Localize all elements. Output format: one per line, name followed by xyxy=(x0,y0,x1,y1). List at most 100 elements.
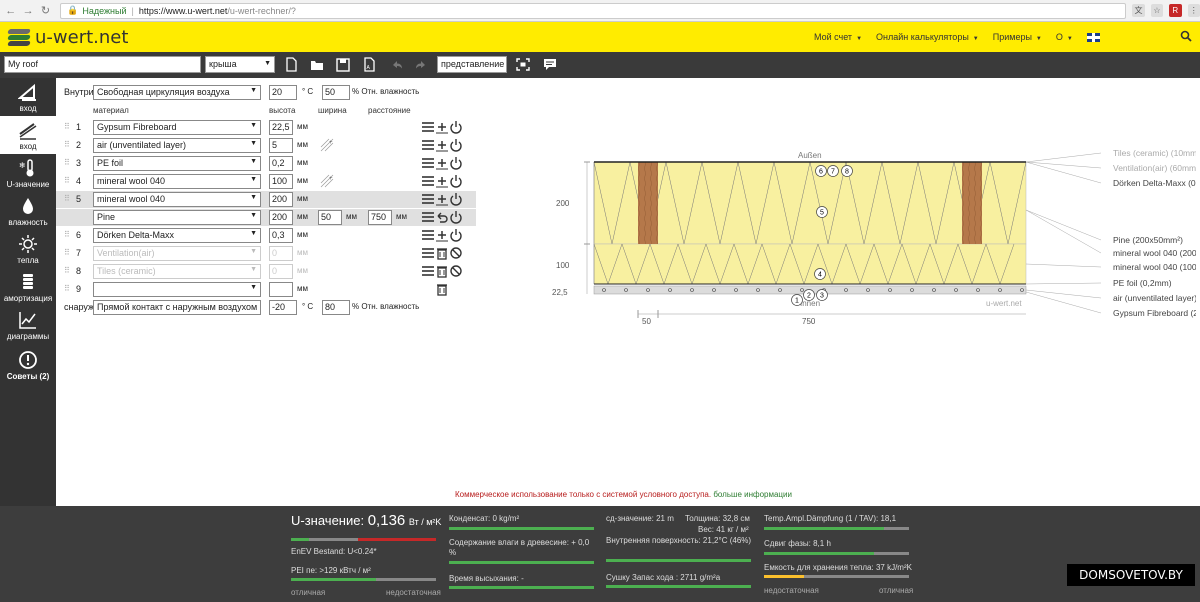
layer-height-input[interactable]: 5 xyxy=(269,138,293,153)
drag-handle-icon[interactable]: ⠿ xyxy=(64,176,70,185)
menu-icon[interactable] xyxy=(421,210,435,224)
sidebar-item-humidity[interactable]: влажность xyxy=(0,192,56,230)
disabled-icon[interactable] xyxy=(449,264,463,278)
sidebar-item-input[interactable]: вход xyxy=(0,78,56,116)
forward-icon[interactable]: → xyxy=(21,5,34,17)
drag-handle-icon[interactable]: ⠿ xyxy=(64,194,70,203)
new-file-icon[interactable] xyxy=(283,56,299,73)
power-toggle-icon[interactable] xyxy=(449,120,463,134)
drag-handle-icon[interactable]: ⠿ xyxy=(64,284,70,293)
menu-account[interactable]: Мой счет ▼ xyxy=(814,32,862,42)
project-name-input[interactable]: My roof xyxy=(4,56,201,73)
menu-icon[interactable] xyxy=(421,192,435,206)
outside-air-select[interactable]: Прямой контакт с наружным воздухом xyxy=(93,300,261,315)
layer-height-input[interactable]: 200 xyxy=(269,210,293,225)
translate-icon[interactable]: 文 xyxy=(1132,4,1145,17)
sidebar-item-charts[interactable]: диаграммы xyxy=(0,306,56,344)
power-toggle-icon[interactable] xyxy=(449,138,463,152)
undo-split-icon[interactable] xyxy=(435,210,449,224)
back-icon[interactable]: ← xyxy=(4,5,17,17)
sidebar-item-heat[interactable]: тепла xyxy=(0,230,56,268)
layer-height-input[interactable]: 0,3 xyxy=(269,228,293,243)
layer-material-select[interactable]: Ventilation(air) ▼ xyxy=(93,246,261,261)
sidebar-item-tips[interactable]: Советы (2) xyxy=(0,346,56,384)
layer-height-input[interactable]: 0 xyxy=(269,264,293,279)
layer-material-select[interactable]: Gypsum Fibreboard ▼ xyxy=(93,120,261,135)
disabled-icon[interactable] xyxy=(449,246,463,260)
inside-air-select[interactable]: Свободная циркуляция воздуха ▼ xyxy=(93,85,261,100)
power-toggle-icon[interactable] xyxy=(449,174,463,188)
menu-icon[interactable] xyxy=(421,174,435,188)
layer-height-input[interactable]: 22,5 xyxy=(269,120,293,135)
layer-material-select[interactable]: Dörken Delta-Maxx ▼ xyxy=(93,228,261,243)
drag-handle-icon[interactable]: ⠿ xyxy=(64,248,70,257)
sidebar-item-amortization[interactable]: амортизация xyxy=(0,268,56,306)
layer-height-input[interactable]: 100 xyxy=(269,174,293,189)
layer-height-input[interactable] xyxy=(269,282,293,297)
construction-type-select[interactable]: крыша ▼ xyxy=(205,56,275,73)
inside-humidity-input[interactable]: 50 xyxy=(322,85,350,100)
comment-icon[interactable] xyxy=(542,56,558,73)
inside-temp-input[interactable]: 20 xyxy=(269,85,297,100)
address-bar[interactable]: 🔒 Надежный | https://www.u-wert.net /u-w… xyxy=(60,2,1127,19)
search-icon[interactable] xyxy=(1180,30,1192,42)
drag-handle-icon[interactable]: ⠿ xyxy=(64,266,70,275)
logo[interactable]: u-wert.net xyxy=(7,27,128,48)
menu-icon[interactable] xyxy=(421,138,435,152)
save-icon[interactable] xyxy=(335,56,351,73)
layer-distance-input[interactable]: 750 xyxy=(368,210,392,225)
sidebar-item-layers[interactable]: вход xyxy=(0,116,56,154)
power-toggle-icon[interactable] xyxy=(449,156,463,170)
sidebar-item-u-value[interactable]: ❄ U-значение xyxy=(0,154,56,192)
menu-icon[interactable] xyxy=(421,228,435,242)
power-toggle-icon[interactable] xyxy=(449,192,463,206)
add-inhomogeneous-icon[interactable]: + xyxy=(320,138,334,152)
more-info-link[interactable]: больше информации xyxy=(713,490,792,499)
trash-icon[interactable] xyxy=(435,246,449,260)
layer-height-input[interactable]: 200 xyxy=(269,192,293,207)
extension-icon[interactable]: R xyxy=(1169,4,1182,17)
add-layer-icon[interactable] xyxy=(435,174,449,188)
trash-icon[interactable] xyxy=(435,264,449,278)
menu-examples[interactable]: Примеры ▼ xyxy=(993,32,1042,42)
layer-material-select[interactable]: mineral wool 040 ▼ xyxy=(93,192,261,207)
menu-calculators[interactable]: Онлайн калькуляторы ▼ xyxy=(876,32,979,42)
outside-humidity-input[interactable]: 80 xyxy=(322,300,350,315)
add-layer-icon[interactable] xyxy=(435,228,449,242)
trash-icon[interactable] xyxy=(435,282,449,296)
add-layer-icon[interactable] xyxy=(435,156,449,170)
fullscreen-icon[interactable] xyxy=(515,56,531,73)
drag-handle-icon[interactable]: ⠿ xyxy=(64,122,70,131)
layer-material-select[interactable]: Tiles (ceramic) ▼ xyxy=(93,264,261,279)
layer-material-select[interactable]: PE foil ▼ xyxy=(93,156,261,171)
layer-height-input[interactable]: 0 xyxy=(269,246,293,261)
power-toggle-icon[interactable] xyxy=(449,228,463,242)
undo-icon[interactable] xyxy=(389,56,405,73)
pdf-icon[interactable]: A xyxy=(361,56,377,73)
star-icon[interactable]: ☆ xyxy=(1150,4,1164,17)
add-inhomogeneous-icon[interactable]: + xyxy=(320,174,334,188)
menu-icon[interactable] xyxy=(421,120,435,134)
menu-icon[interactable] xyxy=(421,156,435,170)
layer-material-select[interactable]: ▼ xyxy=(93,282,261,297)
drag-handle-icon[interactable]: ⠿ xyxy=(64,230,70,239)
redo-icon[interactable] xyxy=(413,56,429,73)
drag-handle-icon[interactable]: ⠿ xyxy=(64,140,70,149)
open-folder-icon[interactable] xyxy=(309,56,325,73)
layer-material-select[interactable]: mineral wool 040 ▼ xyxy=(93,174,261,189)
power-toggle-icon[interactable] xyxy=(449,210,463,224)
layer-width-input[interactable]: 50 xyxy=(318,210,342,225)
menu-icon[interactable] xyxy=(421,246,435,260)
layer-material-select[interactable]: Pine ▼ xyxy=(93,210,261,225)
menu-about[interactable]: О ▼ xyxy=(1056,32,1073,42)
reload-icon[interactable]: ↻ xyxy=(39,4,52,17)
outside-temp-input[interactable]: -20 xyxy=(269,300,297,315)
uk-flag-icon[interactable] xyxy=(1086,32,1100,42)
menu-icon[interactable] xyxy=(421,264,435,278)
drag-handle-icon[interactable]: ⠿ xyxy=(64,158,70,167)
add-layer-icon[interactable] xyxy=(435,192,449,206)
browser-menu-icon[interactable]: ⋮ xyxy=(1187,4,1200,17)
add-layer-icon[interactable] xyxy=(435,138,449,152)
add-layer-icon[interactable] xyxy=(435,120,449,134)
layer-height-input[interactable]: 0,2 xyxy=(269,156,293,171)
